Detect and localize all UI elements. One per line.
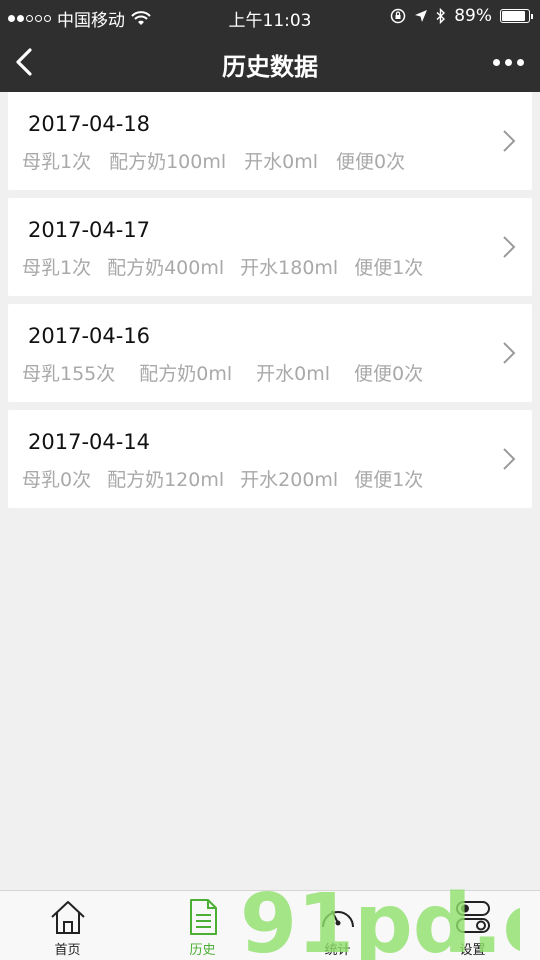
page-title: 历史数据: [222, 53, 318, 81]
history-list: 2017-04-18 母乳1次 配方奶100ml 开水0ml 便便0次 2017…: [8, 92, 532, 516]
gauge-icon: [321, 910, 354, 928]
record-date: 2017-04-18: [28, 112, 151, 136]
breast-milk-count: 母乳1次: [22, 151, 92, 173]
record-stats: 母乳1次 配方奶100ml 开水0ml 便便0次: [22, 147, 405, 174]
formula-amount: 配方奶400ml: [107, 257, 225, 279]
battery-percent: 89%: [454, 6, 492, 26]
formula-amount: 配方奶0ml: [139, 363, 233, 385]
location-icon: [415, 10, 428, 22]
record-stats: 母乳155次 配方奶0ml 开水0ml 便便0次: [22, 359, 423, 386]
record-stats: 母乳1次 配方奶400ml 开水180ml 便便1次: [22, 253, 423, 280]
chevron-right-icon: [503, 342, 516, 364]
tab-bar: 首页 历史 统计 设置: [0, 890, 540, 960]
tab-home[interactable]: 首页: [0, 891, 135, 960]
more-dot-icon: [492, 58, 500, 66]
home-icon: [50, 901, 85, 934]
more-dot-icon: [504, 58, 512, 66]
bluetooth-icon: [436, 8, 446, 24]
water-amount: 开水180ml: [240, 257, 339, 279]
tab-label: 首页: [54, 943, 81, 958]
breast-milk-count: 母乳0次: [22, 469, 92, 491]
record-stats: 母乳0次 配方奶120ml 开水200ml 便便1次: [22, 465, 423, 492]
history-record-card[interactable]: 2017-04-14 母乳0次 配方奶120ml 开水200ml 便便1次: [8, 410, 532, 508]
stool-count: 便便0次: [336, 151, 406, 173]
battery-icon: [500, 9, 533, 23]
tab-stats[interactable]: 统计: [270, 891, 405, 960]
tab-label: 历史: [189, 943, 216, 958]
record-date: 2017-04-16: [28, 324, 151, 348]
document-icon: [189, 899, 217, 935]
formula-amount: 配方奶100ml: [109, 151, 227, 173]
record-date: 2017-04-14: [28, 430, 151, 454]
record-date: 2017-04-17: [28, 218, 151, 242]
stool-count: 便便1次: [354, 469, 424, 491]
breast-milk-count: 母乳1次: [22, 257, 92, 279]
water-amount: 开水0ml: [256, 363, 331, 385]
chevron-right-icon: [503, 236, 516, 258]
history-record-card[interactable]: 2017-04-16 母乳155次 配方奶0ml 开水0ml 便便0次: [8, 304, 532, 402]
chevron-right-icon: [503, 448, 516, 470]
more-menu-button[interactable]: [488, 50, 528, 74]
water-amount: 开水0ml: [244, 151, 319, 173]
breast-milk-count: 母乳155次: [22, 363, 116, 385]
chevron-right-icon: [503, 130, 516, 152]
water-amount: 开水200ml: [240, 469, 339, 491]
tab-settings[interactable]: 设置: [405, 891, 540, 960]
tab-label: 设置: [459, 943, 486, 958]
tab-label: 统计: [324, 943, 351, 958]
more-dot-icon: [516, 58, 524, 66]
history-record-card[interactable]: 2017-04-18 母乳1次 配方奶100ml 开水0ml 便便0次: [8, 92, 532, 190]
navigation-bar: 历史数据: [0, 32, 540, 92]
formula-amount: 配方奶120ml: [107, 469, 225, 491]
orientation-lock-icon: [390, 8, 406, 24]
status-bar: 中国移动 上午11:03 89%: [0, 0, 540, 32]
stool-count: 便便0次: [354, 363, 424, 385]
history-record-card[interactable]: 2017-04-17 母乳1次 配方奶400ml 开水180ml 便便1次: [8, 198, 532, 296]
stool-count: 便便1次: [354, 257, 424, 279]
status-right: 89%: [390, 6, 533, 26]
tab-history[interactable]: 历史: [135, 891, 270, 960]
toggle-icon: [455, 901, 490, 933]
